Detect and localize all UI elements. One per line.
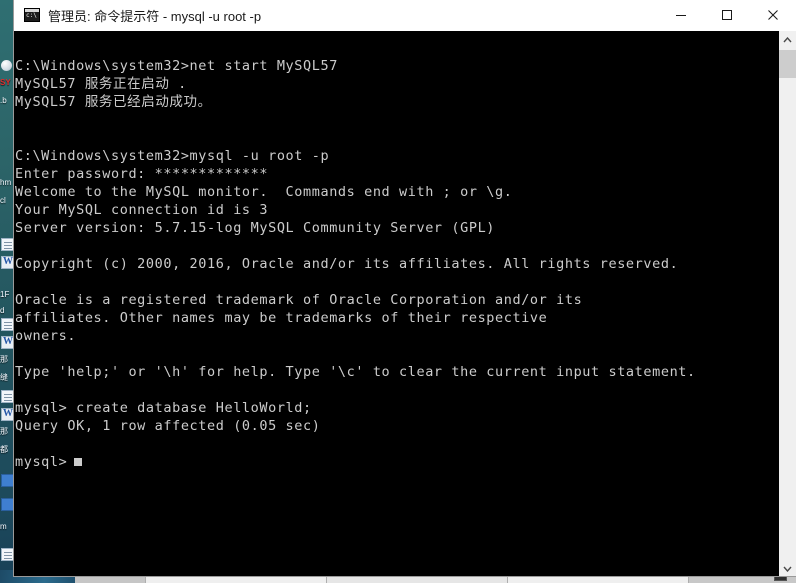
desktop-icon-label: m	[0, 522, 7, 531]
console-line: Oracle is a registered trademark of Orac…	[15, 292, 583, 308]
console-line: MySQL57 服务正在启动 .	[15, 76, 187, 92]
console-line: Query OK, 1 row affected (0.05 sec)	[15, 418, 321, 434]
console-line: Type 'help;' or '\h' for help. Type '\c'…	[15, 364, 696, 380]
command-prompt-window[interactable]: 管理员: 命令提示符 - mysql -u root -p	[14, 0, 796, 576]
desktop-icon-glyph	[1, 474, 14, 487]
console-line: mysql> create database HelloWorld;	[15, 400, 312, 416]
scroll-thumb[interactable]	[779, 50, 796, 78]
console-line: C:\Windows\system32>mysql -u root -p	[15, 148, 330, 164]
window-title: 管理员: 命令提示符 - mysql -u root -p	[48, 8, 262, 24]
desktop-icon-glyph	[1, 498, 14, 511]
maximize-button[interactable]	[704, 0, 750, 30]
desktop-icon-label: hm	[0, 178, 12, 187]
desktop-icon-label: 那	[0, 427, 8, 436]
desktop-icon-glyph	[1, 336, 14, 349]
desktop-background: SY.bhmcl1Fd那缝那都m 管理员: 命令提示符 - mysql -u r…	[0, 0, 796, 583]
console-line: Your MySQL connection id is 3	[15, 202, 269, 218]
text-cursor	[74, 458, 83, 466]
desktop-icon-glyph	[1, 548, 14, 561]
desktop-icon-label: 缝	[0, 373, 8, 382]
command-prompt-icon	[24, 8, 40, 22]
desktop-icon-glyph	[1, 318, 14, 331]
desktop-icon-label: 都	[0, 445, 8, 454]
console-line: affiliates. Other names may be trademark…	[15, 310, 548, 326]
console-line: Server version: 5.7.15-log MySQL Communi…	[15, 220, 496, 236]
scrollbar-track[interactable]	[779, 48, 796, 560]
desktop-icon-glyph	[1, 256, 14, 269]
window-controls	[658, 0, 796, 30]
console-output[interactable]: C:\Windows\system32>net start MySQL57 My…	[14, 31, 778, 576]
desktop-icon-label: cl	[0, 196, 6, 205]
window-titlebar[interactable]: 管理员: 命令提示符 - mysql -u root -p	[14, 0, 796, 31]
console-line: MySQL57 服务已经启动成功。	[15, 94, 212, 110]
desktop-icon-label: .b	[0, 96, 7, 105]
scroll-down-arrow-icon[interactable]	[779, 560, 796, 576]
console-line: C:\Windows\system32>net start MySQL57	[15, 58, 338, 74]
desktop-icon-label: 1F	[0, 290, 10, 299]
console-line: owners.	[15, 328, 77, 344]
desktop-icon-label: SY	[0, 78, 11, 87]
vertical-scrollbar[interactable]	[778, 31, 796, 576]
desktop-icon-glyph	[1, 408, 14, 421]
console-body[interactable]: C:\Windows\system32>net start MySQL57 My…	[14, 31, 796, 576]
close-button[interactable]	[750, 0, 796, 30]
console-prompt-line[interactable]: mysql>	[14, 453, 778, 471]
desktop-icon-label: 那	[0, 355, 8, 364]
minimize-button[interactable]	[658, 0, 704, 30]
console-line: Welcome to the MySQL monitor. Commands e…	[15, 184, 513, 200]
console-line: Copyright (c) 2000, 2016, Oracle and/or …	[15, 256, 679, 272]
console-prompt: mysql>	[15, 454, 68, 470]
desktop-icon-glyph	[1, 390, 14, 403]
scroll-up-arrow-icon[interactable]	[779, 31, 796, 48]
desktop-icon-glyph	[1, 60, 12, 71]
desktop-icon-label: d	[0, 306, 5, 315]
console-line: Enter password: *************	[15, 166, 269, 182]
desktop-icon-glyph	[1, 238, 14, 251]
